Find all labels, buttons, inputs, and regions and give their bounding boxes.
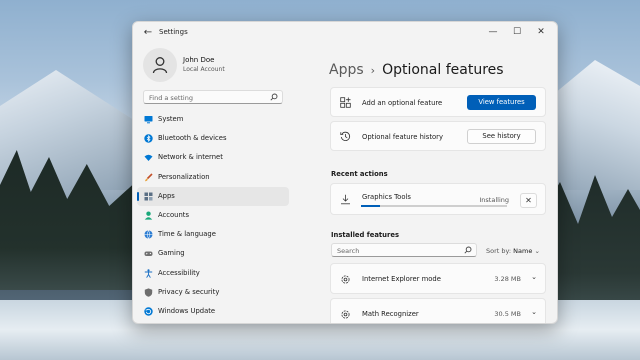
- installed-features-heading: Installed features: [331, 231, 399, 239]
- globe-icon: [144, 230, 153, 240]
- sort-label: Sort by:: [486, 247, 512, 255]
- sidebar-item-accessibility[interactable]: Accessibility: [137, 264, 289, 283]
- accessibility-icon: [144, 268, 153, 278]
- feature-gear-icon: [341, 310, 350, 319]
- monitor-icon: [144, 116, 153, 124]
- settings-window: ← Settings — ☐ ✕ John Doe Local Account …: [132, 21, 558, 324]
- breadcrumb: Apps › Optional features: [329, 59, 504, 78]
- sidebar-item-label: Privacy & security: [158, 287, 220, 296]
- sidebar-item-label: System: [158, 115, 184, 123]
- close-button[interactable]: ✕: [533, 25, 549, 39]
- install-status: Installing: [479, 196, 509, 204]
- feature-size: 3.28 MB: [494, 275, 521, 283]
- feature-history-card: Optional feature history See history: [330, 121, 546, 151]
- update-icon: [144, 307, 153, 316]
- person-icon: [144, 211, 153, 220]
- sidebar-item-label: Accounts: [158, 210, 189, 219]
- sidebar-item-label: Apps: [158, 191, 175, 200]
- back-arrow-icon[interactable]: ←: [141, 26, 155, 40]
- search-icon[interactable]: [270, 93, 278, 101]
- history-icon: [340, 131, 350, 141]
- view-features-button[interactable]: View features: [467, 95, 536, 110]
- brush-icon: [145, 172, 153, 181]
- see-history-button[interactable]: See history: [467, 129, 536, 144]
- account-type: Local Account: [183, 66, 225, 73]
- sidebar-item-label: Personalization: [158, 172, 210, 181]
- sidebar-item-label: Gaming: [158, 249, 185, 258]
- installed-search-placeholder: Search: [337, 247, 360, 255]
- recent-actions-heading: Recent actions: [331, 170, 388, 178]
- controller-icon: [144, 251, 153, 257]
- sidebar-item-label: Accessibility: [158, 268, 200, 277]
- recent-item-name: Graphics Tools: [362, 193, 411, 201]
- sidebar-item-system[interactable]: System: [137, 110, 289, 129]
- minimize-button[interactable]: —: [485, 25, 501, 39]
- feature-gear-icon: [341, 275, 350, 284]
- find-setting-placeholder: Find a setting: [149, 94, 193, 102]
- sidebar-item-label: Time & language: [158, 230, 216, 239]
- sort-value: Name: [513, 247, 533, 255]
- sidebar-item-accounts[interactable]: Accounts: [137, 206, 289, 225]
- chevron-down-icon: ⌄: [534, 247, 540, 255]
- sidebar-item-label: Network & internet: [158, 153, 223, 162]
- sidebar-item-personalization[interactable]: Personalization: [137, 168, 289, 187]
- search-icon[interactable]: [464, 246, 472, 254]
- window-title: Settings: [159, 28, 188, 36]
- sidebar-item-label: Bluetooth & devices: [158, 134, 227, 143]
- chevron-down-icon[interactable]: ⌄: [531, 273, 537, 281]
- sidebar-nav: System Bluetooth & devices Network & int…: [137, 110, 289, 321]
- sidebar-item-apps[interactable]: Apps: [137, 186, 289, 206]
- page-title: Optional features: [382, 62, 504, 78]
- breadcrumb-parent-apps[interactable]: Apps: [329, 62, 364, 78]
- installed-search-input[interactable]: Search: [331, 243, 477, 257]
- active-indicator: [137, 191, 139, 201]
- install-progress-fill: [361, 205, 380, 207]
- sidebar-item-windows-update[interactable]: Windows Update: [137, 302, 289, 321]
- apps-icon: [144, 192, 153, 201]
- installed-feature-row[interactable]: Internet Explorer mode 3.28 MB ⌄: [330, 263, 546, 294]
- wifi-icon: [144, 155, 153, 162]
- person-icon: [152, 57, 168, 74]
- add-feature-label: Add an optional feature: [362, 99, 443, 107]
- avatar: [143, 48, 177, 82]
- bluetooth-icon: [144, 134, 153, 143]
- breadcrumb-separator: ›: [370, 64, 376, 77]
- sidebar-item-time-language[interactable]: Time & language: [137, 225, 289, 244]
- sort-dropdown[interactable]: Sort by: Name ⌄: [486, 247, 540, 255]
- download-icon: [341, 194, 350, 205]
- sidebar-item-privacy[interactable]: Privacy & security: [137, 283, 289, 302]
- sidebar-item-gaming[interactable]: Gaming: [137, 244, 289, 263]
- add-feature-card: Add an optional feature View features: [330, 87, 546, 117]
- add-feature-icon: [340, 97, 351, 108]
- feature-history-label: Optional feature history: [362, 133, 443, 141]
- chevron-down-icon[interactable]: ⌄: [531, 308, 537, 316]
- sidebar-item-bluetooth[interactable]: Bluetooth & devices: [137, 129, 289, 148]
- installed-feature-row[interactable]: Math Recognizer 30.5 MB ⌄: [330, 298, 546, 323]
- recent-action-item: Graphics Tools Installing ✕: [330, 183, 546, 215]
- title-bar: ← Settings — ☐ ✕: [133, 22, 557, 44]
- feature-name: Math Recognizer: [362, 310, 419, 318]
- sidebar-item-label: Windows Update: [158, 306, 216, 315]
- user-name: John Doe: [183, 56, 215, 64]
- maximize-button[interactable]: ☐: [509, 25, 525, 39]
- sidebar-item-network[interactable]: Network & internet: [137, 148, 289, 167]
- cancel-install-button[interactable]: ✕: [520, 193, 537, 208]
- shield-icon: [144, 288, 153, 297]
- find-setting-input[interactable]: Find a setting: [143, 90, 283, 104]
- feature-name: Internet Explorer mode: [362, 275, 441, 283]
- user-profile[interactable]: John Doe Local Account: [143, 48, 283, 84]
- install-progress-bar: [361, 205, 507, 207]
- feature-size: 30.5 MB: [494, 310, 521, 318]
